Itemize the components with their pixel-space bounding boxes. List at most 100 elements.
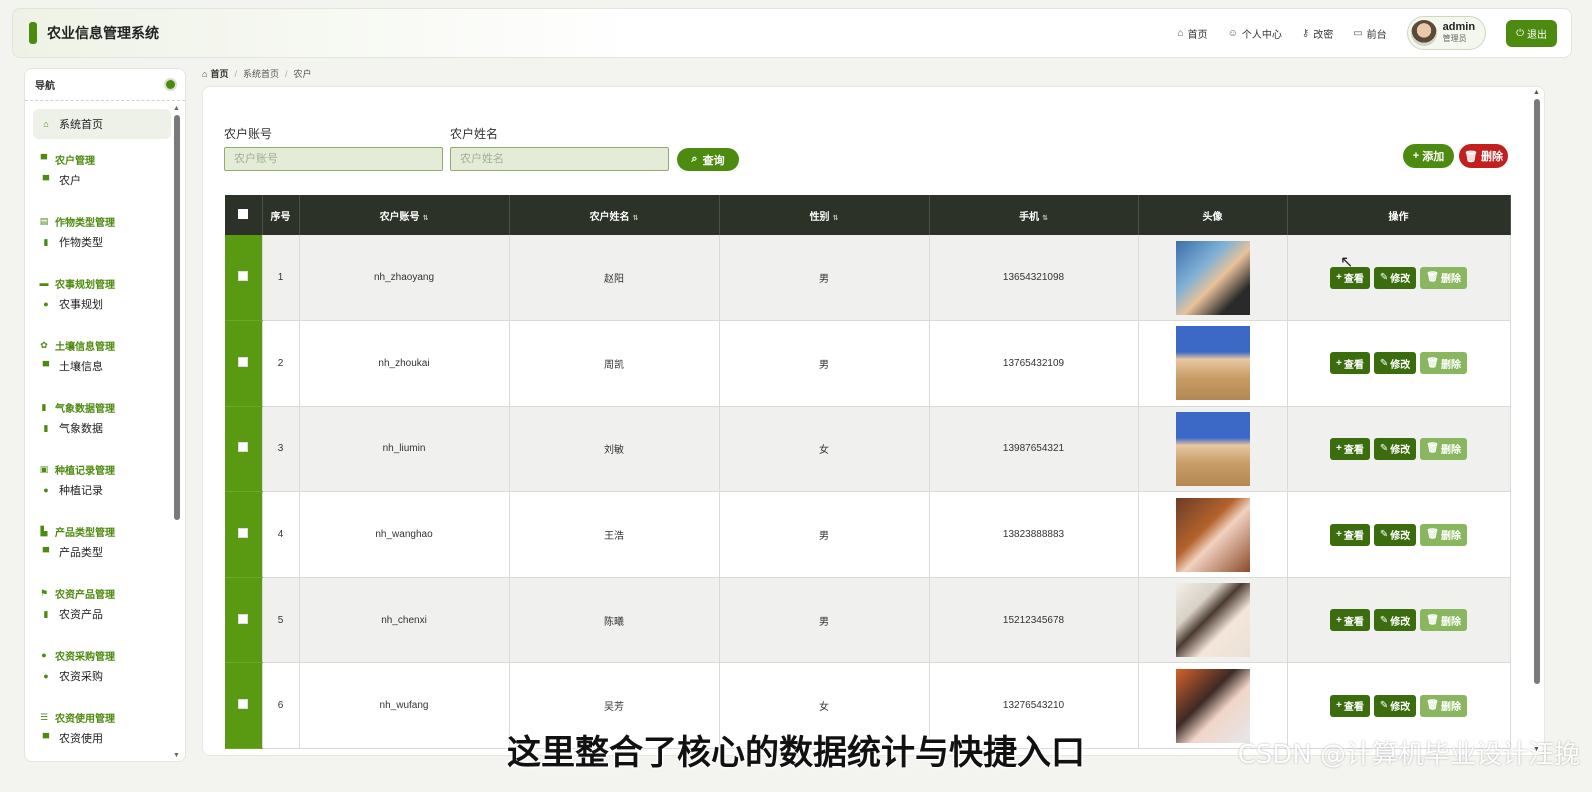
cell-phone: 13765432109 [929, 320, 1139, 407]
sidebar-scroll-thumb[interactable] [174, 115, 180, 520]
sidebar-group-soil[interactable]: ✿ 土壤信息管理 [33, 335, 171, 355]
logout-button[interactable]: ⏻ 退出 [1506, 19, 1557, 47]
power-icon: ⏻ [1516, 27, 1524, 39]
row-checkbox[interactable] [238, 442, 249, 453]
sidebar-item-weather[interactable]: ▮ 气象数据 [33, 417, 171, 439]
main-scroll-thumb[interactable] [1534, 99, 1540, 684]
sort-icon[interactable]: ⇅ [633, 215, 639, 222]
top-nav-frontend[interactable]: ▭ 前台 [1353, 26, 1386, 41]
row-select-cell[interactable] [225, 320, 263, 407]
query-button[interactable]: ⌕ 查询 [677, 148, 739, 171]
delete-label: 删除 [1440, 702, 1461, 714]
sidebar-group-crop-type[interactable]: ▤ 作物类型管理 [33, 211, 171, 231]
edit-button[interactable]: ✎ 修改 [1373, 437, 1417, 460]
cell-name: 王浩 [509, 491, 720, 578]
col-account[interactable]: 农户账号 ⇅ [299, 195, 510, 235]
col-phone-label: 手机 [1019, 211, 1040, 223]
top-nav-password[interactable]: ⚷ 改密 [1302, 26, 1333, 41]
sidebar-group-planting[interactable]: ▣ 种植记录管理 [33, 459, 171, 479]
row-select-cell[interactable] [225, 577, 263, 664]
name-search-input[interactable] [450, 147, 669, 171]
row-delete-button[interactable]: 🗑 删除 [1420, 694, 1467, 717]
row-delete-button[interactable]: 🗑 删除 [1420, 523, 1467, 546]
row-select-cell[interactable] [225, 235, 263, 322]
edit-button[interactable]: ✎ 修改 [1373, 609, 1417, 632]
avatar[interactable] [1175, 497, 1250, 572]
breadcrumb-home[interactable]: ⌂ 首页 [202, 67, 228, 80]
breadcrumb-level1[interactable]: 系统首页 [243, 67, 279, 80]
key-icon: ⚷ [1301, 27, 1310, 39]
row-checkbox[interactable] [238, 356, 249, 367]
row-checkbox[interactable] [238, 613, 249, 624]
select-all-checkbox[interactable] [238, 208, 249, 219]
sidebar-group-product-type[interactable]: ▙ 产品类型管理 [33, 521, 171, 541]
sidebar-item-purchase[interactable]: ● 农资采购 [33, 665, 171, 687]
col-phone[interactable]: 手机 ⇅ [929, 195, 1139, 235]
sort-icon[interactable]: ⇅ [423, 215, 429, 222]
sidebar-item-soil[interactable]: ▀ 土壤信息 [33, 355, 171, 377]
row-delete-button[interactable]: 🗑 删除 [1420, 266, 1467, 289]
edit-label: 修改 [1390, 359, 1411, 371]
sidebar-group-supply-product[interactable]: ⚑ 农资产品管理 [33, 583, 171, 603]
user-menu[interactable]: admin 管理员 [1406, 16, 1487, 50]
scroll-up-icon[interactable]: ▲ [173, 105, 180, 112]
view-button[interactable]: + 查看 [1330, 437, 1370, 460]
top-nav-profile[interactable]: ☺ 个人中心 [1228, 26, 1282, 41]
main-scrollbar[interactable]: ▲ ▼ [1532, 89, 1542, 753]
sidebar-item-farmer[interactable]: ▀ 农户 [33, 169, 171, 191]
sidebar-scrollbar[interactable]: ▲ ▼ [173, 105, 181, 759]
sidebar-group-farmer[interactable]: ▀ 农户管理 [33, 149, 171, 169]
sidebar-item-home[interactable]: ⌂ 系统首页 [33, 109, 171, 139]
add-button[interactable]: + 添加 [1403, 144, 1454, 168]
row-delete-button[interactable]: 🗑 删除 [1420, 437, 1467, 460]
edit-button[interactable]: ✎ 修改 [1373, 352, 1417, 375]
edit-button[interactable]: ✎ 修改 [1373, 694, 1417, 717]
sidebar-group-weather[interactable]: ▮ 气象数据管理 [33, 397, 171, 417]
sidebar-item-crop-type[interactable]: ▮ 作物类型 [33, 231, 171, 253]
select-all-cell[interactable] [225, 195, 263, 235]
sort-icon[interactable]: ⇅ [833, 215, 839, 222]
avatar[interactable] [1175, 326, 1250, 401]
sidebar: 导航 ⌂ 系统首页 ▀ 农户管理 ▀ 农户 ▤ 作物类型管理 ▮ 作物类型 ▬ 农事规划管… [24, 68, 186, 762]
view-button[interactable]: + 查看 [1330, 523, 1370, 546]
table-row: 3 nh_liumin 刘敏女 13987654321 + 查看 ✎ 修改 🗑 删除 [225, 406, 1511, 493]
sidebar-item-planting[interactable]: ● 种植记录 [33, 479, 171, 501]
sidebar-item-farm-plan[interactable]: ● 农事规划 [33, 293, 171, 315]
avatar[interactable] [1175, 240, 1250, 315]
col-gender[interactable]: 性别 ⇅ [719, 195, 930, 235]
sort-icon[interactable]: ⇅ [1042, 215, 1048, 222]
account-label: 农户账号 [224, 127, 273, 141]
batch-delete-button[interactable]: 🗑 删除 [1459, 144, 1508, 168]
sidebar-group-usage[interactable]: ☰ 农资使用管理 [33, 707, 171, 727]
avatar[interactable] [1175, 583, 1250, 658]
avatar[interactable] [1175, 411, 1250, 486]
view-button[interactable]: + 查看 [1330, 609, 1370, 632]
row-delete-button[interactable]: 🗑 删除 [1420, 609, 1467, 632]
edit-label: 修改 [1390, 445, 1411, 457]
col-name[interactable]: 农户姓名 ⇅ [509, 195, 720, 235]
cell-account: nh_zhoukai [299, 320, 510, 407]
sidebar-group-purchase[interactable]: ● 农资采购管理 [33, 645, 171, 665]
row-checkbox[interactable] [238, 528, 249, 539]
pencil-icon: ✎ [1379, 700, 1389, 712]
sidebar-group-farm-plan[interactable]: ▬ 农事规划管理 [33, 273, 171, 293]
sidebar-item-supply-product[interactable]: ▮ 农资产品 [33, 603, 171, 625]
status-dot-icon [166, 80, 175, 89]
row-delete-button[interactable]: 🗑 删除 [1420, 352, 1467, 375]
edit-button[interactable]: ✎ 修改 [1373, 523, 1417, 546]
account-search-input[interactable] [224, 147, 443, 171]
row-checkbox[interactable] [238, 271, 249, 282]
sidebar-title: 导航 [35, 81, 55, 92]
row-checkbox[interactable] [238, 699, 249, 710]
top-nav-home[interactable]: ⌂ 首页 [1178, 26, 1208, 41]
row-select-cell[interactable] [225, 491, 263, 578]
row-select-cell[interactable] [225, 406, 263, 493]
sidebar-item-product-type[interactable]: ▀ 产品类型 [33, 541, 171, 563]
scroll-up-icon[interactable]: ▲ [1533, 89, 1540, 96]
view-button[interactable]: + 查看 [1330, 694, 1370, 717]
edit-button[interactable]: ✎ 修改 [1373, 266, 1417, 289]
sidebar-group-label: 作物类型管理 [55, 217, 115, 229]
view-button[interactable]: + 查看 [1330, 352, 1370, 375]
add-label: 添加 [1422, 151, 1445, 163]
view-label: 查看 [1343, 531, 1364, 543]
